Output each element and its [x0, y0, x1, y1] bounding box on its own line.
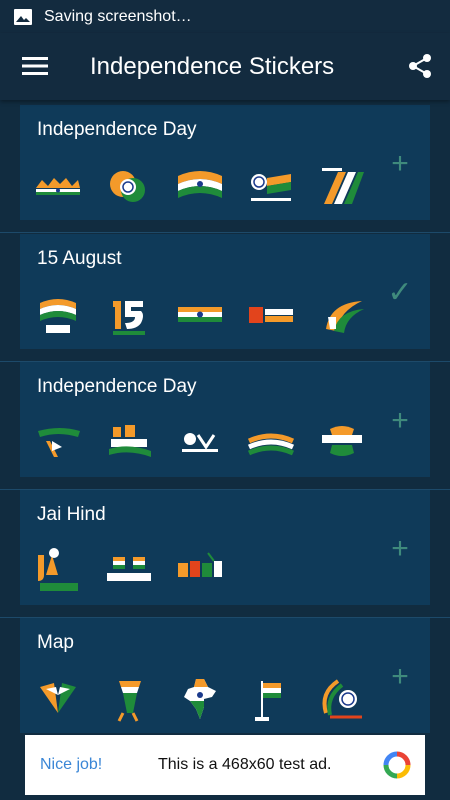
sticker-brush-stroke-icon: [322, 168, 364, 204]
sticker-crossed-flags-icon: [40, 683, 76, 713]
image-icon: [14, 8, 32, 25]
sticker-india-gate-icon: [36, 178, 80, 195]
sticker-india-text-icon: [251, 174, 291, 201]
sticker-preview-row: [32, 289, 387, 341]
add-pack-button[interactable]: +: [385, 406, 415, 436]
sticker-chakra-swirl-icon: [322, 679, 362, 719]
ad-nice-job-text: Nice job!: [40, 756, 103, 773]
sticker-flags-text-icon: [107, 557, 151, 581]
sticker-runner-flag-icon: [117, 681, 141, 722]
sticker-colorful-letters-icon: [178, 552, 222, 577]
sticker-preview-row: [32, 417, 387, 469]
sticker-flag-wave-icon: [178, 171, 222, 198]
page-title: Independence Stickers: [90, 53, 335, 80]
sticker-number-15-icon: [113, 301, 145, 335]
sticker-pack-card[interactable]: Map +: [20, 618, 430, 733]
sticker-banner-icon: [178, 307, 222, 322]
pack-title: Independence Day: [37, 119, 197, 140]
sticker-soldiers-icon: [182, 433, 218, 452]
sticker-pack-card[interactable]: 15 August ✓: [20, 234, 430, 349]
sticker-pack-card[interactable]: Independence Day +: [20, 105, 430, 220]
status-bar: Saving screenshot…: [0, 0, 450, 33]
sticker-jai-hind-icon: [38, 548, 78, 591]
sticker-15-swirl-icon: [326, 301, 364, 333]
pack-title: 15 August: [37, 248, 122, 269]
ad-logo-icon: [383, 751, 411, 779]
share-icon[interactable]: [407, 53, 433, 79]
app-bar: Independence Stickers: [0, 33, 450, 100]
sticker-flagpole-icon: [255, 681, 281, 721]
sticker-preview-row: [32, 545, 245, 597]
pack-title: Independence Day: [37, 376, 197, 397]
sticker-india-map-icon: [184, 679, 216, 719]
ad-banner[interactable]: Nice job! This is a 468x60 test ad.: [25, 735, 425, 795]
sticker-pack-card[interactable]: Independence Day +: [20, 362, 430, 477]
pack-title: Jai Hind: [37, 504, 106, 525]
sticker-preview-row: [32, 673, 387, 725]
ad-description: This is a 468x60 test ad.: [158, 756, 332, 773]
sticker-preview-row: [32, 160, 387, 212]
sticker-flag-15-icon: [40, 299, 76, 333]
divider: [0, 232, 450, 233]
sticker-script-flag-icon: [38, 428, 80, 457]
add-pack-button[interactable]: +: [385, 662, 415, 692]
sticker-pack-card[interactable]: Jai Hind +: [20, 490, 430, 605]
add-pack-button[interactable]: +: [385, 534, 415, 564]
hamburger-menu-icon[interactable]: [22, 55, 48, 77]
pack-added-check[interactable]: ✓: [385, 278, 415, 308]
sticker-independence-india-icon: [322, 426, 362, 456]
sticker-happy-independence-icon: [247, 433, 295, 456]
status-text: Saving screenshot…: [44, 7, 192, 25]
pack-title: Map: [37, 632, 74, 653]
sticker-india-letters-icon: [109, 425, 151, 457]
sticker-splash-chakra-icon: [110, 171, 145, 202]
add-pack-button[interactable]: +: [385, 149, 415, 179]
sticker-august-icon: [249, 307, 293, 323]
